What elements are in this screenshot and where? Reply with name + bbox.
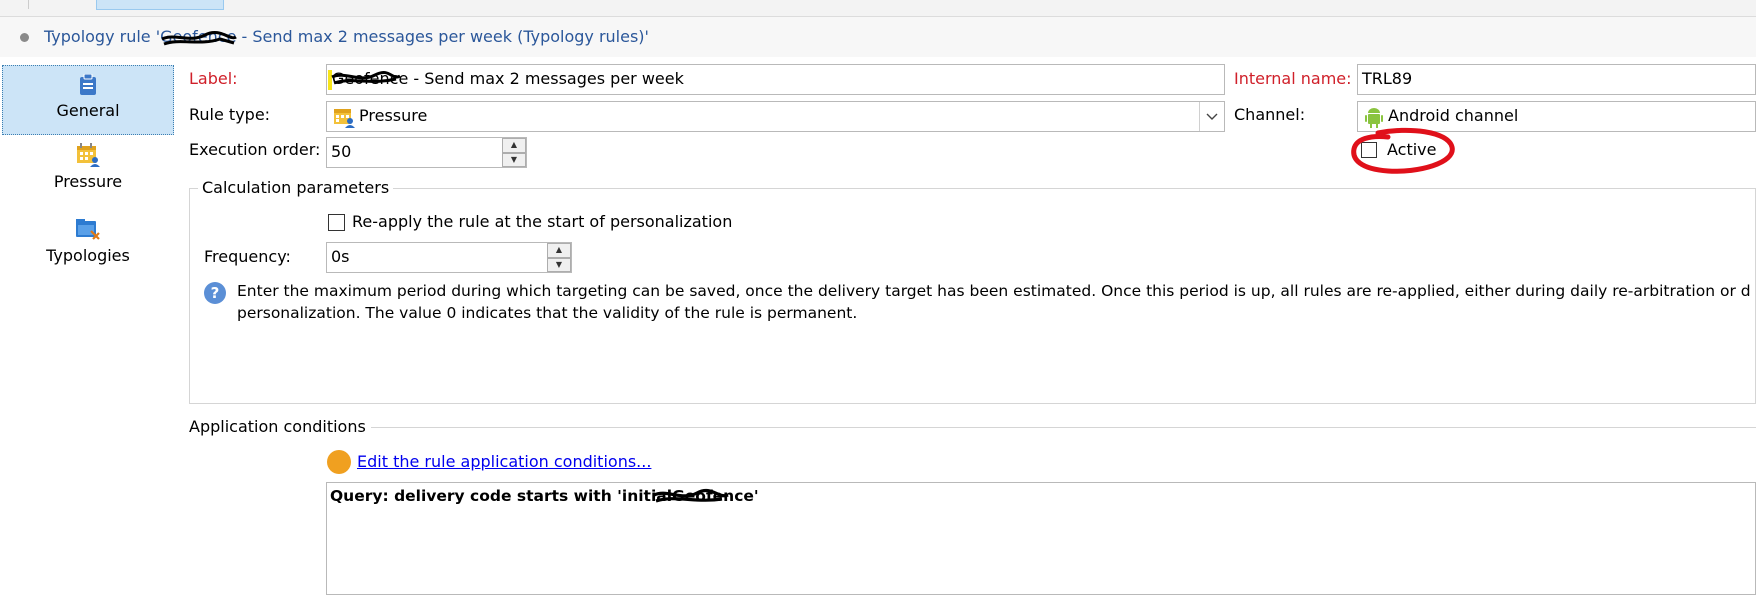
- label-caption: Label:: [189, 69, 238, 88]
- nav-item-label: Typologies: [46, 246, 130, 265]
- frequency-value: 0s: [331, 247, 350, 266]
- help-text-line1: Enter the maximum period during which ta…: [237, 282, 1751, 300]
- edit-conditions-link[interactable]: Edit the rule application conditions...: [357, 452, 651, 471]
- rule-type-caption: Rule type:: [189, 105, 271, 124]
- calendar-person-icon: [77, 143, 100, 167]
- frequency-caption: Frequency:: [204, 247, 291, 266]
- execution-order-value: 50: [331, 142, 352, 161]
- nav-item-pressure[interactable]: Pressure: [2, 143, 174, 203]
- status-dot-icon: [20, 33, 29, 42]
- chevron-down-icon[interactable]: [1199, 102, 1224, 131]
- application-conditions-legend: Application conditions: [189, 417, 366, 436]
- internal-name-caption: Internal name:: [1234, 69, 1352, 88]
- redaction-scribble: [331, 70, 401, 85]
- spin-down-icon[interactable]: ▼: [547, 257, 571, 272]
- frequency-stepper[interactable]: 0s ▲ ▼: [326, 242, 572, 273]
- help-icon: ?: [204, 282, 226, 304]
- android-icon: [1365, 107, 1383, 128]
- tab-previous[interactable]: [0, 0, 29, 9]
- edit-conditions-icon: [327, 450, 351, 474]
- redaction-scribble: [653, 488, 729, 503]
- section-divider: [371, 427, 1756, 428]
- annotation-circle: [1351, 127, 1455, 174]
- clipboard-icon: [80, 74, 96, 95]
- nav-item-label: Pressure: [53, 172, 123, 191]
- spin-down-icon[interactable]: ▼: [502, 152, 526, 167]
- rule-type-value: Pressure: [359, 106, 428, 125]
- nav-item-label: General: [56, 101, 120, 120]
- internal-name-input[interactable]: TRL89: [1357, 64, 1756, 95]
- svg-text:?: ?: [211, 284, 220, 302]
- spin-buttons[interactable]: ▲ ▼: [502, 138, 526, 167]
- channel-value: Android channel: [1388, 106, 1519, 125]
- reapply-label: Re-apply the rule at the start of person…: [352, 212, 733, 231]
- nav-item-general[interactable]: General: [2, 65, 174, 135]
- tab-selected[interactable]: [96, 0, 224, 10]
- reapply-checkbox[interactable]: [328, 214, 345, 231]
- channel-caption: Channel:: [1234, 105, 1306, 124]
- help-text-line2: personalization. The value 0 indicates t…: [237, 304, 858, 322]
- label-input[interactable]: Geofence - Send max 2 messages per week: [326, 64, 1225, 95]
- calendar-person-icon: [334, 108, 355, 128]
- spin-buttons[interactable]: ▲ ▼: [547, 243, 571, 272]
- top-tab-strip: [0, 0, 1756, 17]
- execution-order-caption: Execution order:: [189, 140, 321, 159]
- calculation-parameters-legend: Calculation parameters: [198, 178, 394, 197]
- folder-typology-icon: [76, 219, 100, 240]
- rule-type-select[interactable]: Pressure: [326, 101, 1225, 132]
- page-title: Typology rule 'Geofence - Send max 2 mes…: [44, 27, 649, 46]
- redaction-scribble: [161, 31, 237, 46]
- nav-item-typologies[interactable]: Typologies: [2, 217, 174, 277]
- execution-order-stepper[interactable]: 50 ▲ ▼: [326, 137, 527, 168]
